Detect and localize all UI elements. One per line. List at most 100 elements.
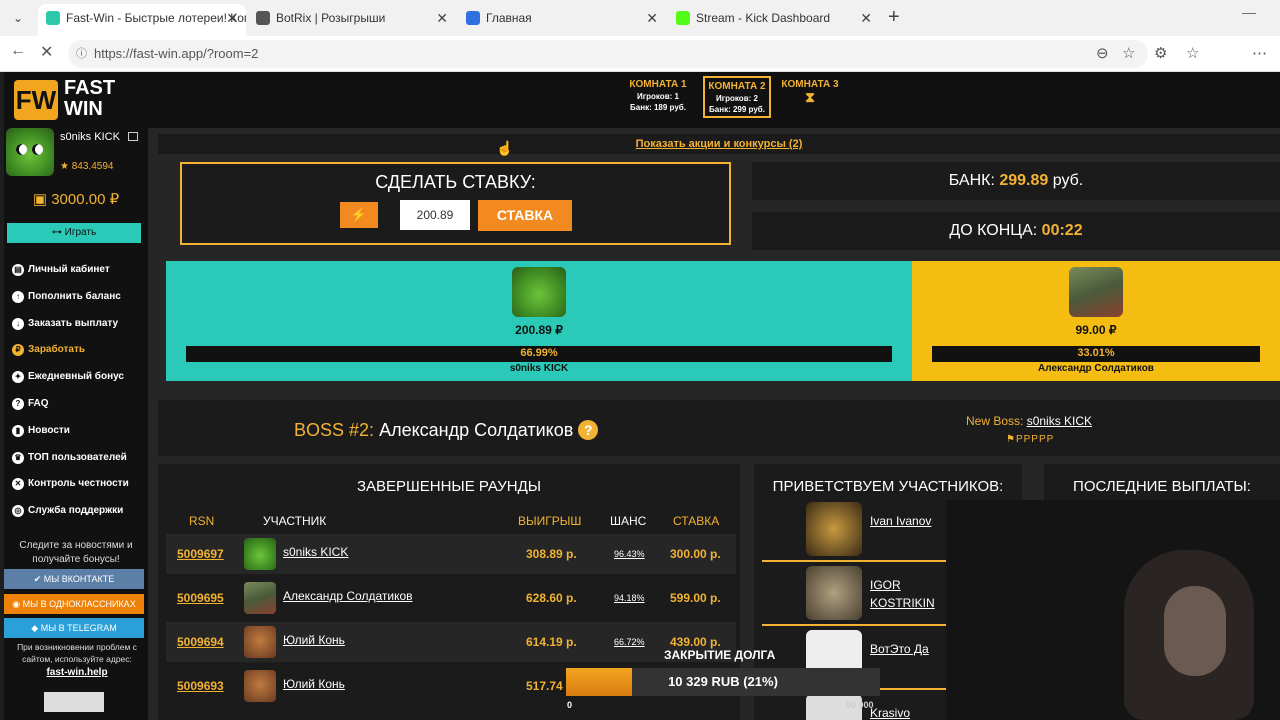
logo[interactable]: FW FAST WIN (14, 78, 124, 122)
payouts-title: ПОСЛЕДНИЕ ВЫПЛАТЫ: (1073, 478, 1251, 495)
sidebar-item-top-users[interactable]: ♛ ТОП пользователей (12, 450, 148, 477)
welcome-user-link[interactable]: ВотЭто Да (870, 640, 950, 658)
list-item: IGOR KOSTRIKIN (762, 564, 946, 626)
boss-panel: BOSS #2: Александр Солдатиков ? New Boss… (158, 400, 1280, 456)
telegram-icon: ◆ (31, 623, 41, 633)
logo-line-1: FAST (64, 77, 116, 99)
url-input[interactable]: ⓘ https://fast-win.app/?room=2 (68, 40, 1148, 68)
question-icon: ? (12, 397, 24, 410)
tab-title: Stream - Kick Dashboard (696, 11, 831, 25)
row-win: 517.74 (526, 679, 563, 693)
room-bar: КОМНАТА 1 Игроков: 1 Банк: 189 руб. КОМН… (148, 72, 1280, 128)
player-slot: 200.89 ₽ 66.99% s0niks KICK (166, 261, 912, 381)
balance-value: 3000.00 ₽ (51, 191, 120, 208)
row-chance: 96.43% (614, 549, 645, 559)
user-rating: ★ 843.4594 (60, 161, 114, 172)
stop-loading-icon[interactable]: ✕ (40, 42, 53, 62)
site-info-icon[interactable]: ⓘ (76, 40, 87, 68)
col-chance: ШАНС (610, 514, 647, 528)
sidebar-item-earn[interactable]: ₽ Заработать (12, 342, 148, 369)
hourglass-icon: ⧗ (805, 89, 815, 105)
telegram-button[interactable]: ◆ МЫ В TELEGRAM (4, 618, 144, 638)
row-win: 308.89 р. (526, 547, 577, 561)
sidebar-item-withdraw[interactable]: ↓ Заказать выплату (12, 316, 148, 343)
sidebar-item-support[interactable]: ◎ Служба поддержки (12, 503, 148, 530)
support-icon: ◎ (12, 505, 24, 518)
sidebar-item-news[interactable]: ▮ Новости (12, 423, 148, 450)
list-item: Ivan Ivanov (762, 500, 946, 562)
room-2-tab[interactable]: КОМНАТА 2 Игроков: 2 Банк: 299 руб. (703, 76, 771, 118)
user-avatar[interactable] (6, 128, 54, 176)
sidebar-item-faq[interactable]: ? FAQ (12, 396, 148, 423)
player-amount: 200.89 ₽ (515, 323, 563, 337)
row-user-link[interactable]: Юлий Конь (283, 633, 345, 647)
sidebar-item-deposit[interactable]: ↑ Пополнить баланс (12, 289, 148, 316)
sidebar-item-daily-bonus[interactable]: ✦ Ежедневный бонус (12, 369, 148, 396)
tab-favicon-icon (46, 11, 60, 25)
qr-code (44, 692, 104, 712)
play-button[interactable]: ⊶ Играть (7, 223, 141, 243)
sidebar-item-fairness[interactable]: ✕ Контроль честности (12, 476, 148, 503)
table-row: 5009697 s0niks KICK 308.89 р. 96.43% 300… (166, 534, 736, 574)
user-settings-icon[interactable] (128, 132, 138, 141)
minimize-window-icon[interactable]: — (1242, 4, 1256, 20)
browser-tab-fastwin[interactable]: Fast-Win - Быстрые лотереи! Ком ✕ (38, 4, 246, 36)
place-bet-button[interactable]: СТАВКА (478, 200, 572, 231)
bet-title: СДЕЛАТЬ СТАВКУ: (375, 172, 536, 192)
user-balance: ▣ 3000.00 ₽ (4, 190, 148, 208)
promo-link[interactable]: Показать акции и конкурсы (2) (158, 134, 1280, 154)
vk-button[interactable]: ✔ МЫ ВКОНТАКТЕ (4, 569, 144, 589)
room-3-tab[interactable]: КОМНАТА 3 ⧗ (778, 76, 842, 118)
tab-list-dropdown-icon[interactable]: ⌄ (6, 7, 30, 29)
bet-amount-input[interactable] (400, 200, 470, 230)
sidebar-menu: ▤ Личный кабинет ↑ Пополнить баланс ↓ Заказ… (12, 262, 148, 530)
new-boss-link[interactable]: s0niks KICK (1027, 414, 1092, 428)
close-tab-icon[interactable]: ✕ (646, 4, 658, 32)
boss-title: BOSS #2: Александр Солдатиков ? (294, 420, 599, 441)
ok-button[interactable]: ◉ МЫ В ОДНОКЛАССНИКАХ (4, 594, 144, 614)
favorites-icon[interactable]: ☆ (1186, 44, 1199, 62)
row-chance: 66.72% (614, 637, 645, 647)
debt-label: ЗАКРЫТИЕ ДОЛГА (664, 648, 776, 662)
back-icon[interactable]: ← (10, 42, 26, 60)
extensions-icon[interactable]: ⚙ (1154, 44, 1167, 62)
favorite-star-icon[interactable]: ☆ (1122, 44, 1135, 62)
round-id-link[interactable]: 5009695 (177, 591, 224, 605)
browser-tab-main[interactable]: Главная ✕ (458, 4, 666, 36)
row-user-link[interactable]: Александр Солдатиков (283, 589, 413, 603)
round-id-link[interactable]: 5009694 (177, 635, 224, 649)
room-1-tab[interactable]: КОМНАТА 1 Игроков: 1 Банк: 189 руб. (626, 76, 690, 118)
round-id-link[interactable]: 5009693 (177, 679, 224, 693)
col-bet: СТАВКА (673, 514, 720, 528)
welcome-avatar (806, 502, 862, 556)
help-link[interactable]: fast-win.help (10, 667, 144, 678)
address-bar: ← ✕ ⓘ https://fast-win.app/?room=2 ⊖ ☆ ⚙… (0, 36, 1280, 100)
mouse-cursor-icon: ☝ (496, 140, 514, 156)
lightning-icon: ⚡ (350, 207, 368, 222)
close-tab-icon[interactable]: ✕ (860, 4, 872, 32)
quick-bet-button[interactable]: ⚡ (340, 202, 378, 228)
row-user-link[interactable]: Юлий Конь (283, 677, 345, 691)
player-avatar (512, 267, 566, 317)
close-tab-icon[interactable]: ✕ (436, 4, 448, 32)
browser-tab-botrix[interactable]: BotRix | Розыгрыши ✕ (248, 4, 456, 36)
debt-goal: 50 000 (846, 700, 874, 710)
timer-value: 00:22 (1041, 222, 1083, 239)
row-user-link[interactable]: s0niks KICK (283, 545, 348, 559)
row-avatar (244, 670, 276, 702)
player-amount: 99.00 ₽ (1075, 323, 1117, 337)
round-id-link[interactable]: 5009697 (177, 547, 224, 561)
browser-tab-kick[interactable]: Stream - Kick Dashboard ✕ (668, 4, 880, 36)
menu-label: Ежедневный бонус (28, 371, 124, 383)
close-tab-icon[interactable]: ✕ (226, 4, 238, 32)
sidebar-item-cabinet[interactable]: ▤ Личный кабинет (12, 262, 148, 289)
welcome-user-link[interactable]: Krasivo (870, 704, 950, 720)
new-tab-icon[interactable]: + (888, 6, 900, 29)
welcome-user-link[interactable]: Ivan Ivanov (870, 512, 950, 530)
row-avatar (244, 582, 276, 614)
help-icon[interactable]: ? (578, 420, 599, 440)
welcome-user-link[interactable]: IGOR KOSTRIKIN (870, 576, 950, 612)
zoom-icon[interactable]: ⊖ (1096, 44, 1109, 62)
more-menu-icon[interactable]: ⋯ (1252, 44, 1267, 62)
vk-icon: ✔ (33, 574, 44, 584)
